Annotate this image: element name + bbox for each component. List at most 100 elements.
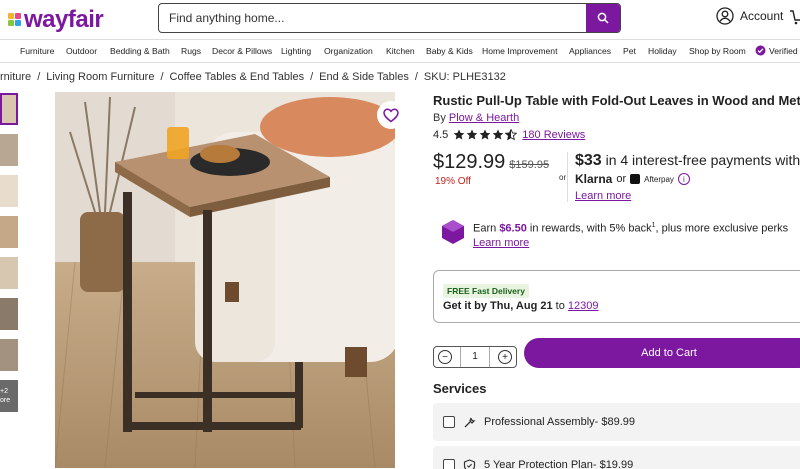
afterpay-icon	[630, 174, 641, 184]
rating-value: 4.5	[433, 129, 449, 141]
delivery-box: FREE Fast Delivery Get it by Thu, Aug 21…	[433, 270, 800, 323]
breadcrumb-item[interactable]: rniture	[0, 71, 31, 83]
klarna-logo: Klarna	[575, 172, 613, 186]
nav-shop-by-room[interactable]: Shop by Room	[689, 46, 746, 56]
rewards-amount: $6.50	[499, 222, 527, 235]
breadcrumb-separator: /	[310, 71, 314, 83]
breadcrumb-separator: /	[414, 71, 418, 83]
or-label: or	[559, 173, 567, 182]
quantity-value[interactable]: 1	[460, 347, 490, 367]
nav-home-improvement[interactable]: Home Improvement	[482, 46, 557, 56]
thumbnail[interactable]	[0, 216, 18, 248]
rewards-icon	[442, 220, 464, 244]
nav-pet[interactable]: Pet	[623, 46, 636, 56]
nav-kitchen[interactable]: Kitchen	[386, 46, 415, 56]
nav-appliances[interactable]: Appliances	[569, 46, 611, 56]
thumbnail[interactable]	[0, 298, 18, 330]
rewards-banner: Earn $6.50 in rewards, with 5% back1, pl…	[441, 219, 788, 250]
category-nav: Furniture Outdoor Bedding & Bath Rugs De…	[0, 39, 800, 63]
star-icon	[466, 129, 478, 140]
breadcrumb-separator: /	[37, 71, 41, 83]
service-checkbox[interactable]	[443, 416, 455, 428]
verified-icon	[755, 45, 766, 56]
search-button[interactable]	[586, 4, 620, 32]
decrement-button[interactable]: −	[438, 350, 452, 364]
search-input[interactable]	[159, 11, 586, 25]
nav-organization[interactable]: Organization	[324, 46, 373, 56]
afterpay-label: Afterpay	[644, 174, 674, 184]
financing-offer: $33 in 4 interest-free payments with	[575, 152, 800, 170]
cart-button[interactable]	[790, 8, 800, 31]
free-delivery-badge: FREE Fast Delivery	[443, 284, 529, 298]
nav-lighting[interactable]: Lighting	[281, 46, 311, 56]
star-icon	[479, 129, 491, 140]
discount-badge: 19% Off	[435, 176, 471, 187]
service-option[interactable]: Professional Assembly- $89.99	[433, 403, 800, 441]
installment-text: in 4 interest-free payments with	[605, 152, 800, 168]
breadcrumb-item[interactable]: Coffee Tables & End Tables	[170, 71, 305, 83]
thumbnail[interactable]	[0, 339, 18, 371]
nav-verified-label: Verified	[769, 45, 798, 56]
delivery-estimate: Get it by Thu, Aug 21 to 12309	[443, 300, 599, 312]
brand-link[interactable]: Plow & Hearth	[449, 112, 519, 124]
rewards-learn-more[interactable]: Learn more	[473, 237, 529, 249]
rewards-detail: in rewards, with 5% back	[529, 222, 652, 235]
services-heading: Services	[433, 381, 487, 396]
account-label: Account	[740, 9, 784, 23]
nav-baby-kids[interactable]: Baby & Kids	[426, 46, 473, 56]
logo-text: wayfair	[24, 6, 104, 33]
service-label: Professional Assembly- $89.99	[484, 416, 636, 428]
star-half-icon	[505, 129, 518, 141]
nav-verified[interactable]: Verified	[755, 45, 798, 56]
breadcrumb-item[interactable]: Living Room Furniture	[46, 71, 154, 83]
search-bar	[158, 3, 621, 33]
favorite-button[interactable]	[377, 101, 405, 129]
nav-outdoor[interactable]: Outdoor	[66, 46, 97, 56]
thumbnail[interactable]	[0, 93, 18, 125]
price-block: $129.99 $159.95	[433, 151, 549, 174]
star-icon	[453, 129, 465, 140]
zip-code-link[interactable]: 12309	[568, 300, 599, 312]
add-to-cart-button[interactable]: Add to Cart	[524, 338, 800, 368]
logo-icon	[8, 13, 22, 27]
nav-holiday[interactable]: Holiday	[648, 46, 677, 56]
account-button[interactable]: Account	[716, 7, 783, 25]
wayfair-logo[interactable]: wayfair	[8, 6, 104, 34]
byline-prefix: By	[433, 112, 446, 124]
increment-button[interactable]: +	[498, 350, 512, 364]
nav-furniture[interactable]: Furniture	[20, 46, 54, 56]
service-label: 5 Year Protection Plan- $19.99	[484, 459, 634, 469]
thumbnail[interactable]	[0, 257, 18, 289]
thumbnail-list: +2 ore	[0, 93, 18, 421]
rewards-detail-2: , plus more exclusive perks	[655, 222, 789, 235]
current-price: $129.99	[433, 151, 506, 173]
financing-providers: Klarna or Afterpay i	[575, 172, 690, 186]
breadcrumb-item[interactable]: End & Side Tables	[319, 71, 409, 83]
delivery-date: Get it by Thu, Aug 21	[443, 300, 553, 312]
rating-stars	[453, 129, 518, 141]
quantity-stepper: − 1 +	[433, 346, 517, 368]
user-icon	[716, 7, 734, 25]
thumbnail[interactable]	[0, 175, 18, 207]
product-title: Rustic Pull-Up Table with Fold-Out Leave…	[433, 93, 800, 108]
heart-icon	[383, 108, 399, 122]
reviews-link[interactable]: 180 Reviews	[522, 129, 585, 141]
info-icon[interactable]: i	[677, 173, 690, 185]
service-checkbox[interactable]	[443, 459, 455, 469]
wrench-icon	[464, 417, 476, 427]
product-image[interactable]	[55, 92, 395, 468]
search-icon	[597, 12, 609, 24]
service-option[interactable]: 5 Year Protection Plan- $19.99	[433, 446, 800, 469]
thumbnail[interactable]	[0, 134, 18, 166]
thumbnail-more[interactable]: +2 ore	[0, 380, 18, 412]
product-byline: By Plow & Hearth	[433, 112, 519, 124]
thumbnail-more-label: +2 ore	[0, 388, 11, 404]
rating-row: 4.5 180 Reviews	[433, 129, 585, 141]
shield-icon	[463, 458, 476, 469]
nav-rugs[interactable]: Rugs	[181, 46, 201, 56]
breadcrumb-sku: SKU: PLHE3132	[423, 71, 506, 83]
nav-decor-pillows[interactable]: Decor & Pillows	[212, 46, 272, 56]
financing-learn-more[interactable]: Learn more	[575, 190, 631, 202]
star-icon	[492, 129, 504, 140]
nav-bedding-bath[interactable]: Bedding & Bath	[110, 46, 170, 56]
